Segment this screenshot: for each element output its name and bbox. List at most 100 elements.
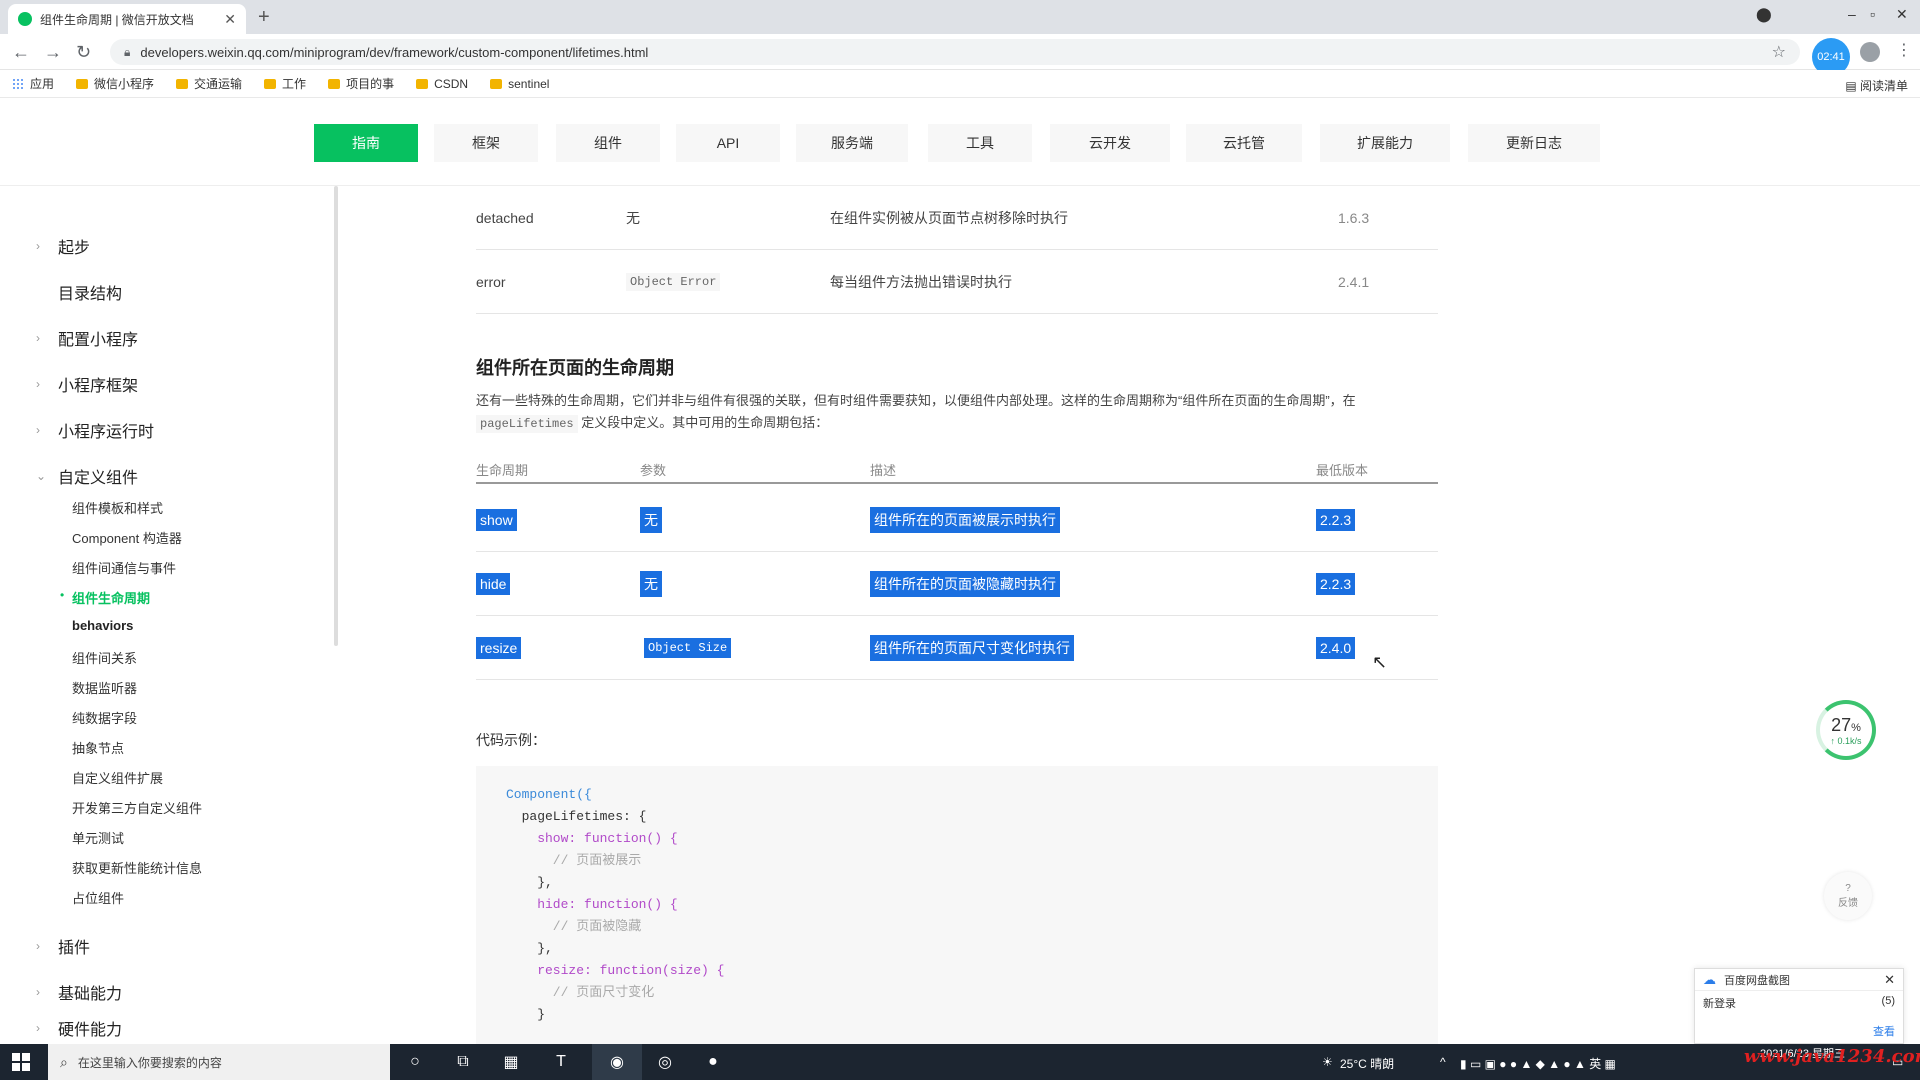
nav-framework[interactable]: 框架: [434, 124, 538, 162]
nav-components[interactable]: 组件: [556, 124, 660, 162]
task-view-icon[interactable]: ⧉: [452, 1051, 474, 1073]
nav-api[interactable]: API: [676, 124, 780, 162]
tray-icons[interactable]: ▮ ▭ ▣ ● ● ▲ ◆ ▲ ● ▲ 英 ▦: [1460, 1055, 1616, 1072]
sidebar-subitem-active[interactable]: 组件生命周期: [72, 588, 150, 607]
nav-extensions[interactable]: 扩展能力: [1320, 124, 1450, 162]
url-input[interactable]: 🔒︎ developers.weixin.qq.com/miniprogram/…: [110, 39, 1800, 65]
network-speed-widget[interactable]: 27% ↑ 0.1k/s: [1816, 700, 1876, 760]
new-tab-icon[interactable]: +: [258, 6, 270, 29]
folder-icon: [416, 78, 429, 89]
lifecycle-param: Object Error: [626, 273, 721, 291]
sidebar-subitem[interactable]: 单元测试: [72, 828, 124, 847]
sidebar-subitem[interactable]: 数据监听器: [72, 678, 137, 697]
sidebar-scrollbar[interactable]: [334, 186, 338, 646]
wechat-icon[interactable]: ●: [702, 1051, 724, 1073]
sidebar-subitem[interactable]: 组件模板和样式: [72, 498, 163, 517]
lifecycle-version: 2.2.3: [1316, 509, 1356, 531]
chevron-right-icon: ›: [36, 423, 40, 437]
browser-tab[interactable]: 组件生命周期 | 微信开放文档 ✕: [8, 4, 246, 34]
lifecycle-desc: 在组件实例被从页面节点树移除时执行: [830, 210, 1068, 226]
folder-icon: [264, 78, 277, 89]
back-icon[interactable]: ←: [12, 42, 30, 63]
table-row: hide 无 组件所在的页面被隐藏时执行 2.2.3: [476, 552, 1438, 616]
bookmark-folder[interactable]: 工作: [264, 75, 306, 92]
feedback-button[interactable]: ? 反馈: [1824, 872, 1872, 920]
weather-text[interactable]: 25°C 晴朗: [1340, 1055, 1394, 1072]
tab-search-icon[interactable]: ⬤: [1756, 6, 1772, 23]
sidebar-item-basic[interactable]: › 基础能力: [36, 980, 122, 1004]
sidebar-subitem[interactable]: 抽象节点: [72, 738, 124, 757]
lifecycle-name: hide: [476, 573, 511, 595]
sidebar-subitem[interactable]: 开发第三方自定义组件: [72, 798, 202, 817]
typora-icon[interactable]: T: [550, 1051, 572, 1073]
sidebar-subitem[interactable]: 自定义组件扩展: [72, 768, 163, 787]
forward-icon[interactable]: →: [44, 42, 62, 63]
bookmark-apps[interactable]: 应用: [12, 75, 54, 92]
col-header-desc: 描述: [870, 463, 897, 478]
reload-icon[interactable]: ↻: [76, 42, 91, 63]
nav-cloud-hosting[interactable]: 云托管: [1186, 124, 1302, 162]
browser-menu-icon[interactable]: ⋮: [1896, 40, 1912, 60]
close-icon[interactable]: ✕: [1884, 972, 1895, 988]
bookmark-folder[interactable]: sentinel: [490, 77, 549, 91]
qq-browser-icon[interactable]: ◎: [654, 1051, 676, 1073]
code-example-label: 代码示例：: [476, 732, 546, 748]
nav-tools[interactable]: 工具: [928, 124, 1032, 162]
bookmark-folder[interactable]: CSDN: [416, 77, 468, 91]
sidebar-subitem[interactable]: Component 构造器: [72, 528, 182, 547]
question-icon: ?: [1845, 883, 1851, 894]
sidebar-item-plugins[interactable]: › 插件: [36, 934, 90, 958]
sidebar-item-config[interactable]: › 配置小程序: [36, 326, 138, 350]
sidebar-subitem[interactable]: 占位组件: [72, 888, 124, 907]
table-row: detached 无 在组件实例被从页面节点树移除时执行 1.6.3: [476, 186, 1438, 250]
sidebar-item-runtime[interactable]: › 小程序运行时: [36, 418, 154, 442]
profile-avatar[interactable]: [1860, 42, 1880, 62]
lifecycle-param: 无: [640, 571, 662, 597]
chevron-right-icon: ›: [36, 377, 40, 391]
cortana-icon[interactable]: ○: [404, 1051, 426, 1073]
nav-server[interactable]: 服务端: [796, 124, 908, 162]
nav-cloud-dev[interactable]: 云开发: [1050, 124, 1170, 162]
popup-link[interactable]: 查看: [1873, 1023, 1895, 1039]
taskbar-search-input[interactable]: ⌕ 在这里输入你要搜索的内容: [48, 1044, 390, 1080]
lifecycle-name: show: [476, 509, 517, 531]
lock-icon[interactable]: 🔒︎: [124, 45, 130, 60]
maximize-icon[interactable]: ▫: [1870, 6, 1875, 22]
sidebar-item-custom-component[interactable]: ⌄ 自定义组件: [36, 464, 138, 488]
sidebar-item-hardware[interactable]: › 硬件能力: [36, 1016, 122, 1040]
sidebar-subitem[interactable]: behaviors: [72, 618, 133, 633]
tray-expand-icon[interactable]: ^: [1440, 1055, 1446, 1069]
close-tab-icon[interactable]: ✕: [224, 11, 236, 28]
chrome-icon[interactable]: ◉: [606, 1051, 628, 1073]
windows-taskbar: ⌕ 在这里输入你要搜索的内容 ○ ⧉ ▦ T ◉ ◎ ● ☀ 25°C 晴朗 ^…: [0, 1044, 1920, 1080]
close-window-icon[interactable]: ✕: [1896, 6, 1908, 23]
table-row: show 无 组件所在的页面被展示时执行 2.2.3: [476, 488, 1438, 552]
sidebar-item-start[interactable]: › 起步: [36, 234, 90, 258]
url-text: developers.weixin.qq.com/miniprogram/dev…: [140, 44, 649, 60]
weather-icon: ☀: [1322, 1055, 1333, 1069]
bookmark-folder[interactable]: 交通运输: [176, 75, 242, 92]
col-header-lifecycle: 生命周期: [476, 463, 529, 478]
table-row: resize Object Size 组件所在的页面尺寸变化时执行 2.4.0: [476, 616, 1438, 680]
section-title: 组件所在页面的生命周期: [476, 358, 674, 378]
reading-list[interactable]: ▤ 阅读清单: [1845, 77, 1908, 94]
sidebar-item-framework[interactable]: › 小程序框架: [36, 372, 138, 396]
minimize-icon[interactable]: –: [1848, 6, 1856, 22]
folder-icon: [328, 78, 341, 89]
browser-tab-bar: 组件生命周期 | 微信开放文档 ✕ + ⬤ – ▫ ✕: [0, 0, 1920, 34]
nav-guide[interactable]: 指南: [314, 124, 418, 162]
windows-start-icon[interactable]: [12, 1053, 30, 1071]
bookmark-star-icon[interactable]: ☆: [1772, 42, 1786, 62]
bookmark-folder[interactable]: 微信小程序: [76, 75, 154, 92]
sidebar-item-directory[interactable]: 目录结构: [36, 280, 122, 304]
sidebar-subitem[interactable]: 组件间通信与事件: [72, 558, 176, 577]
bookmark-folder[interactable]: 项目的事: [328, 75, 394, 92]
lifecycle-param: Object Size: [644, 638, 732, 658]
sidebar-subitem[interactable]: 获取更新性能统计信息: [72, 858, 202, 877]
nav-changelog[interactable]: 更新日志: [1468, 124, 1600, 162]
app-icon[interactable]: ▦: [500, 1051, 522, 1073]
chevron-right-icon: ›: [36, 985, 40, 999]
sidebar-subitem[interactable]: 组件间关系: [72, 648, 137, 667]
sidebar-subitem[interactable]: 纯数据字段: [72, 708, 137, 727]
chevron-right-icon: ›: [36, 939, 40, 953]
